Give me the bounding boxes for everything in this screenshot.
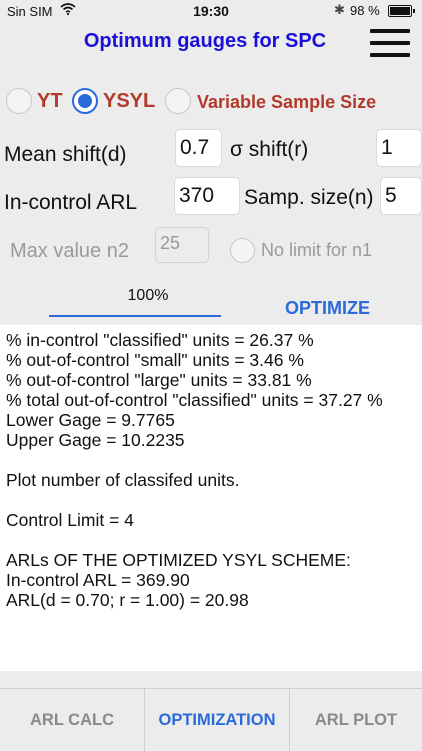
status-bar: Sin SIM 19:30 ✱ 98 % bbox=[0, 0, 422, 22]
results-output[interactable]: % in-control "classified" units = 26.37 … bbox=[0, 325, 422, 671]
optimize-button[interactable]: OPTIMIZE bbox=[250, 298, 405, 319]
bluetooth-icon: ✱ bbox=[334, 2, 345, 17]
radio-yt[interactable] bbox=[6, 88, 32, 114]
battery-percent: 98 % bbox=[350, 3, 380, 18]
battery-icon bbox=[388, 5, 415, 17]
progress-bar-fill bbox=[49, 315, 221, 317]
tab-arl-calc[interactable]: ARL CALC bbox=[0, 689, 144, 751]
app-title: Optimum gauges for SPC bbox=[83, 30, 327, 52]
sigma-shift-input[interactable]: 1 bbox=[376, 129, 422, 167]
option-label-ysyl[interactable]: YSYL bbox=[103, 90, 155, 113]
tab-arl-plot[interactable]: ARL PLOT bbox=[290, 689, 422, 751]
in-control-arl-input[interactable]: 370 bbox=[174, 177, 240, 215]
result-line bbox=[0, 490, 422, 510]
in-control-arl-label: In-control ARL bbox=[4, 191, 138, 214]
result-line: % total out-of-control "classified" unit… bbox=[6, 390, 383, 410]
sigma-shift-label: σ shift(r) bbox=[230, 138, 309, 161]
progress-bar bbox=[49, 315, 221, 317]
option-label-variable-sample-size[interactable]: Variable Sample Size bbox=[197, 92, 376, 113]
result-line: Control Limit = 4 bbox=[6, 510, 134, 530]
result-line: ARLs OF THE OPTIMIZED YSYL SCHEME: bbox=[6, 550, 351, 570]
result-line bbox=[0, 530, 422, 550]
sample-size-input[interactable]: 5 bbox=[380, 177, 422, 215]
result-line: Lower Gage = 9.7765 bbox=[6, 410, 175, 430]
radio-variable-sample-size[interactable] bbox=[165, 88, 191, 114]
tab-optimization[interactable]: OPTIMIZATION bbox=[145, 689, 289, 751]
no-limit-n1-toggle[interactable] bbox=[230, 238, 255, 263]
mean-shift-label: Mean shift(d) bbox=[4, 143, 127, 166]
progress-label: 100% bbox=[127, 287, 169, 304]
result-line: Plot number of classifed units. bbox=[6, 470, 240, 490]
result-line bbox=[0, 450, 422, 470]
max-n2-label: Max value n2 bbox=[10, 240, 129, 262]
result-line: % in-control "classified" units = 26.37 … bbox=[6, 330, 314, 350]
mean-shift-input[interactable]: 0.7 bbox=[175, 129, 222, 167]
max-n2-input[interactable]: 25 bbox=[155, 227, 209, 263]
hamburger-menu-icon[interactable] bbox=[370, 29, 410, 59]
result-line: In-control ARL = 369.90 bbox=[6, 570, 190, 590]
result-line: ARL(d = 0.70; r = 1.00) = 20.98 bbox=[6, 590, 249, 610]
tab-bar: ARL CALC OPTIMIZATION ARL PLOT bbox=[0, 688, 422, 751]
radio-ysyl[interactable] bbox=[72, 88, 98, 114]
sample-size-label: Samp. size(n) bbox=[244, 186, 374, 209]
result-line: Upper Gage = 10.2235 bbox=[6, 430, 185, 450]
no-limit-n1-label: No limit for n1 bbox=[261, 240, 373, 260]
result-line: % out-of-control "small" units = 3.46 % bbox=[6, 350, 304, 370]
option-label-yt[interactable]: YT bbox=[37, 90, 63, 113]
result-line: % out-of-control "large" units = 33.81 % bbox=[6, 370, 312, 390]
